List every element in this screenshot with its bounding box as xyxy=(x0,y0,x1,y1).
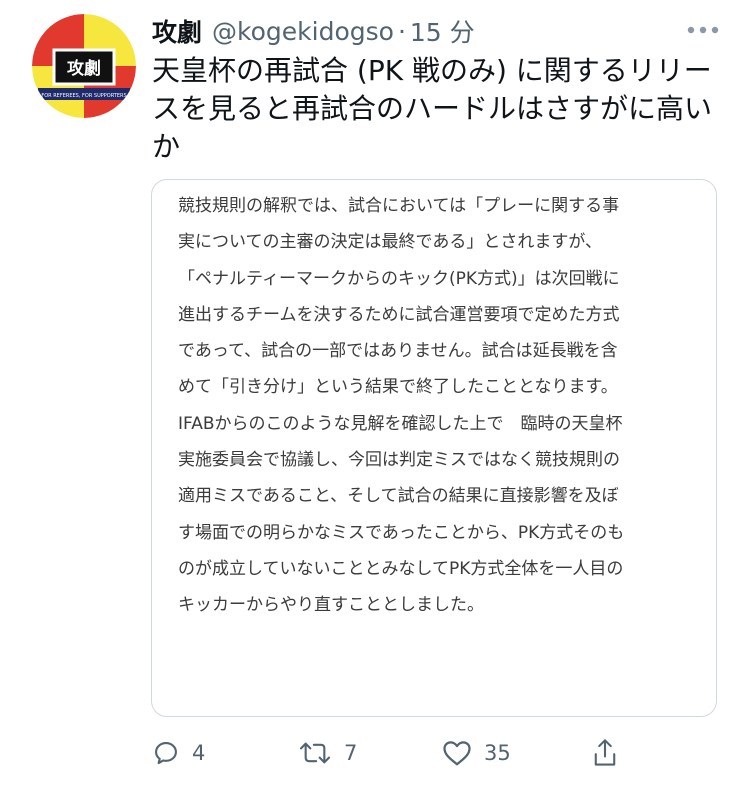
quote-line: めて「引き分け」という結果で終了したこととなります。 xyxy=(178,377,618,398)
reply-icon xyxy=(155,742,177,765)
logo-tagline: FOR REFEREES, FOR SUPPORTERS xyxy=(41,93,126,99)
retweet-icon xyxy=(299,742,331,764)
share-button[interactable] xyxy=(592,733,618,773)
quote-line: 適用ミスであること、そして試合の結果に直接影響を及ぼ xyxy=(178,486,619,507)
quote-line: 実についての主審の決定は最終である」とされますが、 xyxy=(178,232,602,253)
quote-line: IFABからのこのような見解を確認した上で 臨時の天皇杯 xyxy=(178,413,623,434)
retweet-count: 7 xyxy=(344,741,358,765)
reply-count: 4 xyxy=(192,741,206,765)
more-icon xyxy=(687,26,719,34)
tweet-text: 天皇杯の再試合 (PK 戦のみ) に関するリリースを見ると再試合のハードルはさす… xyxy=(152,54,713,163)
avatar[interactable]: 攻劇 FOR REFEREES, FOR SUPPORTERS xyxy=(32,14,136,118)
quote-line: 進出するチームを決するために試合運営要項で定めた方式 xyxy=(178,304,620,325)
quote-line: す場面での明らかなミスであったことから、PK方式そのも xyxy=(178,522,625,543)
user-handle[interactable]: @kogekidogso xyxy=(212,17,394,46)
quote-line: であって、試合の一部ではありません。試合は延長戦を含 xyxy=(178,341,618,362)
quote-text: 競技規則の解釈では、試合においては「プレーに関する事 実についての主審の決定は最… xyxy=(178,188,698,624)
separator-dot: · xyxy=(397,16,406,46)
quote-line: のが成立していないこととみなしてPK方式全体を一人目の xyxy=(178,558,624,579)
quote-line: 実施委員会で協議し、今回は判定ミスではなく競技規則の xyxy=(178,450,620,471)
share-icon xyxy=(594,739,616,766)
timestamp[interactable]: 15 分 xyxy=(410,13,475,49)
retweet-button[interactable]: 7 xyxy=(298,733,357,773)
tweet-header: 攻劇 @kogekidogso · 15 分 xyxy=(152,14,475,48)
quote-line: キッカーからやり直すこととしました。 xyxy=(178,595,484,616)
quote-line: 競技規則の解釈では、試合においては「プレーに関する事 xyxy=(178,196,620,216)
tweet[interactable]: 攻劇 FOR REFEREES, FOR SUPPORTERS 攻劇 @koge… xyxy=(0,0,750,791)
like-button[interactable]: 35 xyxy=(442,733,511,773)
display-name[interactable]: 攻劇 xyxy=(152,13,202,49)
quote-line: 「ペナルティーマークからのキック(PK方式)」は次回戦に xyxy=(178,268,620,289)
logo-title: 攻劇 xyxy=(67,58,101,79)
heart-icon xyxy=(443,741,471,766)
more-options-button[interactable] xyxy=(686,20,720,40)
logo-icon: 攻劇 FOR REFEREES, FOR SUPPORTERS xyxy=(32,14,136,118)
action-bar: 4 7 35 xyxy=(152,733,632,773)
like-count: 35 xyxy=(484,741,511,765)
reply-button[interactable]: 4 xyxy=(152,733,205,773)
quote-card[interactable]: 競技規則の解釈では、試合においては「プレーに関する事 実についての主審の決定は最… xyxy=(151,179,717,717)
